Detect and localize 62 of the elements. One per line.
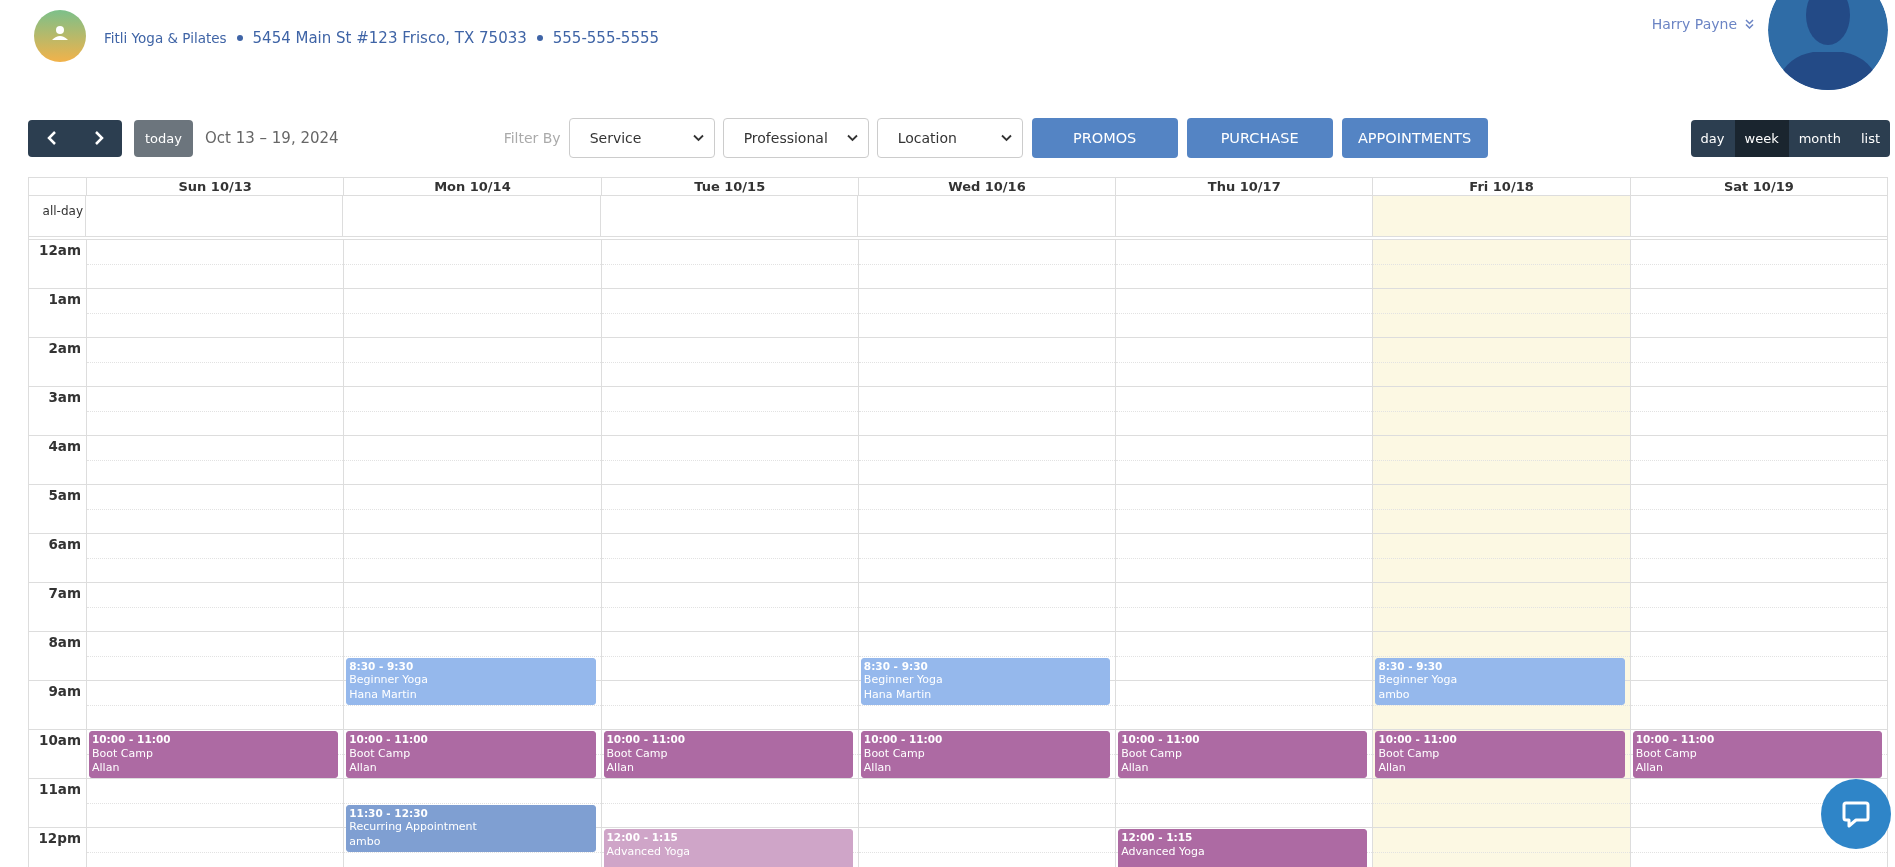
user-menu-button[interactable]: Harry Payne [1651,16,1754,32]
business-name[interactable]: Fitli Yoga & Pilates [104,30,227,46]
day-header: Fri 10/18 [1373,178,1631,195]
today-button[interactable]: today [134,119,193,157]
action-button[interactable]: PROMOS [1031,118,1178,158]
event-block[interactable]: 10:00 - 11:00 Boot Camp Allan [860,731,1111,778]
time-label: 4am [47,437,82,456]
all-day-label: all-day [42,204,83,218]
event-block[interactable]: 10:00 - 11:00 Boot Camp Allan [89,731,339,778]
time-label: 5am [47,486,82,505]
chevron-left-icon [45,130,58,146]
event-block[interactable]: 10:00 - 11:00 Boot Camp Allan [1375,731,1625,778]
event-block[interactable]: 8:30 - 9:30 Beginner Yoga Hana Martin [860,657,1111,705]
chevron-right-icon [92,130,105,146]
filter-dropdown[interactable]: Location [876,118,1023,158]
time-label: 2am [47,339,82,358]
day-header: Tue 10/15 [601,178,859,195]
time-label: 7am [47,584,82,603]
filter-dropdown[interactable]: Service [568,118,715,158]
time-label: 10am [38,731,82,750]
filter-label: Filter By [503,130,561,146]
date-range: Oct 13 – 19, 2024 [205,129,339,147]
event-block[interactable]: 12:00 - 1:15 Advanced Yoga [1118,829,1368,867]
event-block[interactable]: 10:00 - 11:00 Boot Camp Allan [1632,731,1882,778]
view-tab[interactable]: week [1734,119,1789,157]
chevron-down-icon [692,134,704,142]
next-button[interactable] [75,119,122,157]
time-label: 8am [47,633,82,652]
time-label: 9am [47,682,82,701]
double-chevron-icon [1745,19,1754,29]
time-label: 1am [47,290,82,309]
previous-button[interactable] [28,119,75,157]
business-phone[interactable]: 555-555-5555 [552,29,660,47]
event-block[interactable]: 10:00 - 11:00 Boot Camp Allan [603,731,853,778]
chevron-down-icon [1000,134,1012,142]
day-header: Sat 10/19 [1722,178,1795,195]
time-label: 12pm [37,829,82,848]
chat-button[interactable] [1821,779,1891,849]
view-tab[interactable]: month [1788,119,1851,157]
event-block[interactable]: 12:00 - 1:15 Advanced Yoga [603,829,853,867]
action-button[interactable]: PURCHASE [1186,118,1333,158]
event-block[interactable]: 10:00 - 11:00 Boot Camp Allan [1118,731,1368,778]
event-block[interactable]: 11:30 - 12:30 Recurring Appointment ambo [346,804,596,852]
action-button[interactable]: APPOINTMENTS [1341,118,1488,158]
event-block[interactable]: 8:30 - 9:30 Beginner Yoga Hana Martin [346,657,596,705]
logo-icon [34,10,86,62]
event-block[interactable]: 8:30 - 9:30 Beginner Yoga ambo [1375,657,1625,705]
day-header: Thu 10/17 [1116,178,1374,195]
view-tab[interactable]: day [1690,119,1735,157]
day-header: Mon 10/14 [344,178,602,195]
chevron-down-icon [846,134,858,142]
view-tab[interactable]: list [1850,119,1890,157]
time-label: 6am [47,535,82,554]
avatar-silhouette-icon [1768,0,1888,90]
filter-dropdown[interactable]: Professional [722,118,869,158]
day-header: Sun 10/13 [87,178,345,195]
time-label: 12am [38,241,82,260]
event-block[interactable]: 10:00 - 11:00 Boot Camp Allan [346,731,596,778]
business-address[interactable]: 5454 Main St #123 Frisco, TX 75033 [252,29,527,47]
day-header: Wed 10/16 [858,178,1117,195]
time-label: 3am [47,388,82,407]
time-label: 11am [38,780,82,799]
